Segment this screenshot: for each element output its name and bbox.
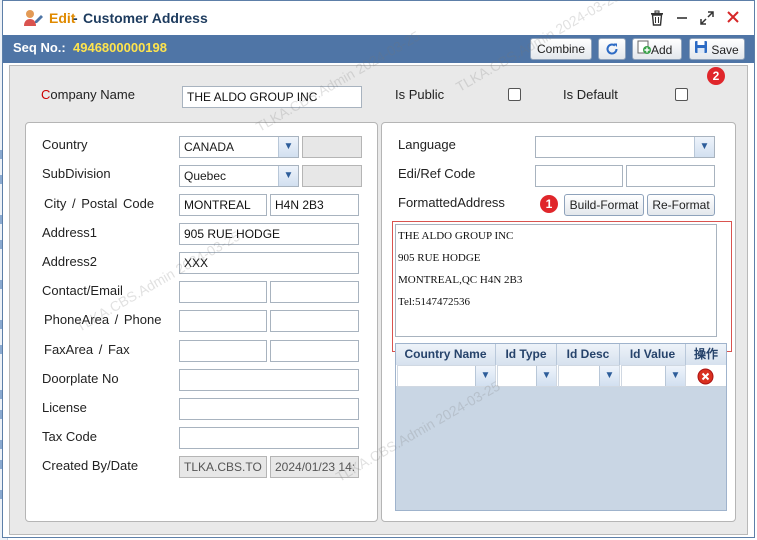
company-name-field[interactable]: THE ALDO GROUP INC [182,86,362,108]
edi-ref-code-label: Edi/Ref Code [398,166,476,181]
id-type-cell-select[interactable]: ▼ [497,365,557,387]
phone-label: PhoneArea / Phone [44,312,162,327]
language-label: Language [398,137,456,152]
chevron-down-icon: ▼ [694,137,714,157]
save-button-label: Save [711,42,739,57]
is-public-label: Is Public [395,87,445,102]
ref-code-field[interactable] [626,165,715,187]
phone-field[interactable] [270,310,359,332]
user-edit-icon [23,9,43,27]
address2-label: Address2 [42,254,97,269]
chevron-down-icon: ▼ [665,366,685,386]
edi-code-field[interactable] [535,165,623,187]
window-title: Customer Address [83,10,208,26]
grid-header-id-value[interactable]: Id Value [620,344,686,365]
minimize-icon[interactable] [673,10,691,28]
phone-area-field[interactable] [179,310,267,332]
trash-icon[interactable] [648,10,666,28]
id-value-cell-select[interactable]: ▼ [621,365,686,387]
refresh-icon [604,43,620,60]
subdivision-code-field [302,165,362,187]
contact-email-label: Contact/Email [42,283,123,298]
email-field[interactable] [270,281,359,303]
title-separator: - [73,10,78,26]
grid-header-country-name[interactable]: Country Name [396,344,496,365]
postal-code-field[interactable]: H4N 2B3 [270,194,359,216]
grid-header-id-desc[interactable]: Id Desc [557,344,620,365]
subdivision-select[interactable]: Quebec ▼ [179,165,299,187]
grid-header-actions: 操作 [686,344,726,365]
fax-field[interactable] [270,340,359,362]
is-default-label: Is Default [563,87,618,102]
city-postal-label: City / Postal Code [44,196,155,211]
formatted-address-line: MONTREAL,QC H4N 2B3 [398,274,523,286]
created-by-date-label: Created By/Date [42,458,139,473]
title-edit-prefix: Edit [49,10,76,26]
maximize-icon[interactable] [698,10,716,28]
country-code-field [302,136,362,158]
id-desc-cell-select[interactable]: ▼ [558,365,620,387]
formatted-address-line: Tel:5147472536 [398,296,470,308]
company-name-label: Company Name [41,87,135,102]
fax-area-field[interactable] [179,340,267,362]
add-icon [637,40,651,60]
country-label: Country [42,137,88,152]
chevron-down-icon: ▼ [599,366,619,386]
close-icon[interactable] [724,10,742,28]
address1-field[interactable]: 905 RUE HODGE [179,223,359,245]
formatted-address-line: 905 RUE HODGE [398,252,481,264]
re-format-button[interactable]: Re-Format [647,194,715,216]
save-button[interactable]: Save [689,38,745,60]
tax-code-label: Tax Code [42,429,97,444]
address2-field[interactable]: XXX [179,252,359,274]
annotation-badge-2: 2 [707,67,725,85]
country-name-cell-select[interactable]: ▼ [397,365,496,387]
city-field[interactable]: MONTREAL [179,194,267,216]
license-label: License [42,400,87,415]
address1-label: Address1 [42,225,97,240]
seq-no-label: Seq No.: [13,40,66,55]
annotation-badge-1: 1 [540,195,558,213]
country-select[interactable]: CANADA ▼ [179,136,299,158]
customer-address-dialog: Edit - Customer Address Seq No.: 4946800… [2,0,755,538]
created-by-field: TLKA.CBS.TO [179,456,267,478]
formatted-address-label: FormattedAddress [398,195,505,210]
build-format-button[interactable]: Build-Format [564,194,644,216]
language-select[interactable]: ▼ [535,136,715,158]
chevron-down-icon: ▼ [278,137,298,157]
grid-header-id-type[interactable]: Id Type [496,344,557,365]
chevron-down-icon: ▼ [536,366,556,386]
tax-code-field[interactable] [179,427,359,449]
delete-row-icon[interactable] [697,368,714,385]
doorplate-label: Doorplate No [42,371,119,386]
license-field[interactable] [179,398,359,420]
subdivision-label: SubDivision [42,166,111,181]
refresh-button[interactable] [598,38,626,60]
save-icon [694,40,708,60]
doorplate-field[interactable] [179,369,359,391]
chevron-down-icon: ▼ [475,366,495,386]
combine-button[interactable]: Combine [530,38,592,60]
seq-no-value: 4946800000198 [73,40,167,55]
add-button-label: Add [651,42,673,57]
is-default-checkbox[interactable] [675,88,688,101]
formatted-address-line: THE ALDO GROUP INC [398,230,514,242]
is-public-checkbox[interactable] [508,88,521,101]
created-date-field: 2024/01/23 14: [270,456,359,478]
fax-label: FaxArea / Fax [44,342,130,357]
chevron-down-icon: ▼ [278,166,298,186]
contact-field[interactable] [179,281,267,303]
add-button[interactable]: Add [632,38,682,60]
